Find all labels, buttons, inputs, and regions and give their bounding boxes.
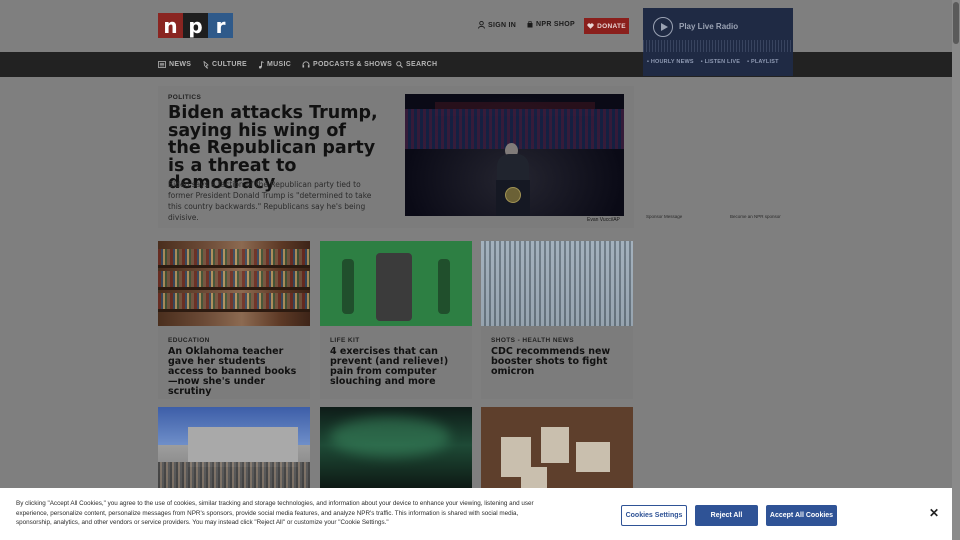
- hourly-news-label: HOURLY NEWS: [650, 59, 694, 65]
- story-image[interactable]: [320, 241, 472, 326]
- audio-waveform: [643, 40, 793, 52]
- vaccine-vials: [481, 241, 633, 326]
- user-icon: [478, 21, 485, 29]
- npr-logo[interactable]: n p r: [158, 13, 233, 38]
- story-card[interactable]: EDUCATION An Oklahoma teacher gave her s…: [158, 241, 310, 399]
- exercising-person: [376, 253, 412, 321]
- book-spines: [158, 271, 310, 287]
- play-live-radio-label[interactable]: Play Live Radio: [679, 22, 738, 31]
- story-image[interactable]: [481, 241, 633, 326]
- paper-sheet: [541, 427, 569, 463]
- hero-image[interactable]: [405, 94, 624, 216]
- site-header: n p r SIGN IN NPR SHOP DONATE: [0, 0, 952, 52]
- donate-button[interactable]: DONATE: [584, 18, 629, 34]
- sign-in-label: SIGN IN: [488, 21, 517, 29]
- reject-all-button[interactable]: Reject All: [695, 505, 758, 526]
- scrollbar-track[interactable]: [952, 0, 960, 540]
- playlist-label: PLAYLIST: [750, 59, 779, 65]
- presidential-seal-icon: [505, 187, 521, 203]
- cookie-consent-banner: By clicking "Accept All Cookies," you ag…: [0, 488, 952, 540]
- photo-credit: Evan Vucci/AP: [587, 217, 620, 223]
- donate-label: DONATE: [597, 22, 626, 30]
- figure-silhouette: [342, 259, 354, 314]
- playlist-link[interactable]: • PLAYLIST: [747, 59, 779, 65]
- hero-teaser: Biden says a faction of the Republican p…: [168, 180, 372, 222]
- warehouse-building: [188, 427, 298, 467]
- live-radio-player: Play Live Radio • HOURLY NEWS • LISTEN L…: [643, 8, 793, 76]
- logo-letter-p: p: [183, 13, 208, 38]
- heart-icon: [587, 23, 594, 29]
- story-card[interactable]: LIFE KIT 4 exercises that can prevent (a…: [320, 241, 472, 399]
- book-spines: [158, 249, 310, 265]
- paper-sheet: [576, 442, 610, 472]
- nav-item-music[interactable]: MUSIC: [258, 52, 291, 77]
- nav-item-culture[interactable]: CULTURE: [203, 52, 247, 77]
- story-headline[interactable]: 4 exercises that can prevent (and reliev…: [330, 347, 465, 387]
- shop-label: NPR SHOP: [536, 21, 575, 28]
- nav-label-news: NEWS: [169, 61, 192, 68]
- story-headline[interactable]: CDC recommends new booster shots to figh…: [491, 347, 626, 377]
- hero-kicker[interactable]: POLITICS: [168, 94, 201, 101]
- play-button[interactable]: [653, 17, 673, 37]
- book-spines: [158, 293, 310, 309]
- player-links: • HOURLY NEWS • LISTEN LIVE • PLAYLIST: [647, 59, 779, 65]
- listen-live-link[interactable]: • LISTEN LIVE: [701, 59, 740, 65]
- figure-silhouette: [438, 259, 450, 314]
- nav-item-news[interactable]: NEWS: [158, 52, 191, 77]
- nav-label-search: SEARCH: [406, 61, 438, 68]
- shelf: [158, 309, 310, 312]
- cookie-consent-text: By clicking "Accept All Cookies," you ag…: [16, 500, 534, 526]
- culture-icon: [203, 60, 209, 69]
- search-icon: [396, 61, 403, 68]
- shelf: [158, 265, 310, 268]
- nav-label-music: MUSIC: [267, 61, 292, 68]
- nav-item-search[interactable]: SEARCH: [396, 52, 437, 77]
- nav-label-podcasts-shows: PODCASTS & SHOWS: [313, 61, 393, 68]
- story-image[interactable]: [481, 407, 633, 492]
- nav-item-podcasts-shows[interactable]: PODCASTS & SHOWS: [302, 52, 392, 77]
- aurora-glow: [330, 417, 450, 457]
- hourly-news-link[interactable]: • HOURLY NEWS: [647, 59, 694, 65]
- logo-letter-n: n: [158, 13, 183, 38]
- scrollbar-thumb[interactable]: [953, 2, 959, 44]
- story-headline[interactable]: An Oklahoma teacher gave her students ac…: [168, 347, 303, 397]
- shopping-bag-icon: [527, 21, 533, 28]
- story-image[interactable]: [158, 241, 310, 326]
- close-icon[interactable]: ✕: [929, 506, 939, 520]
- main-navigation: NEWS CULTURE MUSIC PODCASTS & SHOWS SEAR…: [0, 52, 952, 77]
- listen-live-label: LISTEN LIVE: [704, 59, 741, 65]
- story-kicker[interactable]: LIFE KIT: [330, 337, 360, 344]
- sponsor-message: Sponsor Message: [646, 214, 683, 219]
- headphones-icon: [302, 61, 310, 68]
- sign-in-link[interactable]: SIGN IN: [478, 21, 516, 29]
- cookies-settings-button[interactable]: Cookies Settings: [621, 505, 687, 526]
- logo-letter-r: r: [208, 13, 233, 38]
- shelf: [158, 287, 310, 290]
- story-card[interactable]: SHOTS - HEALTH NEWS CDC recommends new b…: [481, 241, 633, 399]
- story-kicker[interactable]: SHOTS - HEALTH NEWS: [491, 337, 574, 344]
- story-kicker[interactable]: EDUCATION: [168, 337, 210, 344]
- become-sponsor-link[interactable]: Become an NPR sponsor: [730, 214, 781, 219]
- hero-story: POLITICS Biden attacks Trump, saying his…: [158, 86, 634, 228]
- npr-shop-link[interactable]: NPR SHOP: [527, 21, 575, 28]
- music-icon: [258, 60, 264, 69]
- accept-all-cookies-button[interactable]: Accept All Cookies: [766, 505, 837, 526]
- nav-label-culture: CULTURE: [212, 61, 248, 68]
- news-icon: [158, 61, 166, 68]
- story-image[interactable]: [320, 407, 472, 492]
- story-image[interactable]: [158, 407, 310, 492]
